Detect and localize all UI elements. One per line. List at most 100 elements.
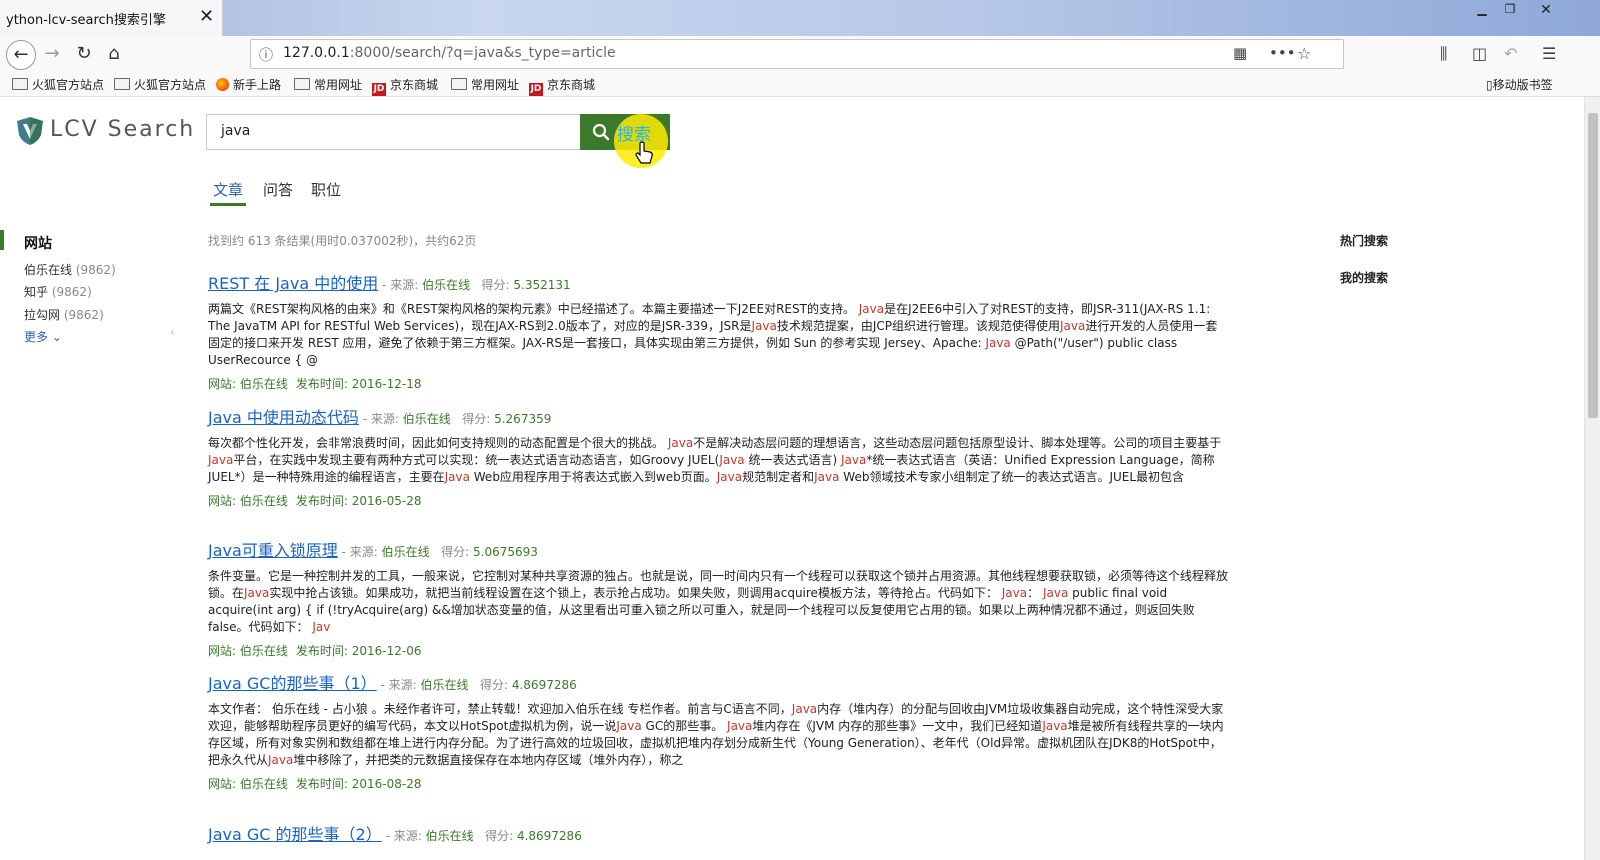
- mobile-bookmarks[interactable]: ▯移动版书签: [1486, 76, 1553, 93]
- folder-icon: [294, 78, 310, 90]
- bookmark-item[interactable]: 常用网址: [294, 76, 362, 93]
- keyword-highlight: Java: [1042, 586, 1069, 600]
- search-icon: [592, 123, 610, 141]
- firefox-icon: [216, 78, 229, 91]
- tab-title: ython-lcv-search搜索引擎: [6, 13, 166, 28]
- result-item: Java可重入锁原理 - 来源: 伯乐在线 得分: 5.0675693 条件变量…: [208, 541, 1229, 658]
- active-tab-indicator: [210, 203, 246, 206]
- window-close-icon[interactable]: ✕: [1534, 2, 1558, 18]
- folder-icon: [451, 78, 467, 90]
- snippet-text: GC的那些事。: [641, 719, 728, 733]
- sidebar-title: 网站: [24, 236, 52, 252]
- browser-tab-strip: ython-lcv-search搜索引擎 ✕ ▁ ❐ ✕: [0, 0, 1600, 36]
- bookmark-item[interactable]: 火狐官方站点: [12, 76, 104, 93]
- bookmark-item[interactable]: 常用网址: [451, 76, 519, 93]
- snippet-text: 堆中移除了，并把类的元数据直接保存在本地内存区域（堆外内存），称之: [293, 753, 684, 767]
- snippet-text: 两篇文《REST架构风格的由来》和《REST架构风格的架构元素》中已经描述了。本…: [208, 302, 859, 316]
- undo-icon[interactable]: ↶: [1504, 44, 1517, 63]
- result-title-link[interactable]: Java GC的那些事（1）: [208, 674, 377, 693]
- result-snippet: 本文作者： 伯乐在线 - 占小狼 。未经作者许可，禁止转载！欢迎加入伯乐在线 专…: [208, 701, 1228, 769]
- scrollbar-thumb[interactable]: [1588, 113, 1598, 418]
- snippet-text: 平台，在实践中发现主要有两种方式可以实现：统一表达式语言动态语言，如Groovy…: [233, 453, 720, 467]
- result-item: Java GC 的那些事（2） - 来源: 伯乐在线 得分: 4.8697286: [208, 825, 582, 844]
- sidebar-item-lagou[interactable]: 拉勾网 (9862): [24, 306, 104, 323]
- search-input[interactable]: java: [206, 114, 581, 150]
- bookmark-star-icon[interactable]: ☆: [1297, 44, 1311, 63]
- keyword-highlight: Java: [616, 719, 642, 733]
- keyword-highlight: Java: [858, 302, 885, 316]
- result-item: Java GC的那些事（1） - 来源: 伯乐在线 得分: 4.8697286 …: [208, 670, 1228, 792]
- back-arrow-icon[interactable]: ←: [6, 40, 36, 70]
- logo-text: LCV Search: [50, 117, 196, 142]
- bookmark-item[interactable]: JD 京东商城: [372, 76, 438, 96]
- shield-logo-icon: [17, 117, 43, 145]
- page-actions-icon[interactable]: •••: [1269, 44, 1296, 62]
- result-snippet: 每次都个性化开发，会非常浪费时间，因此如何支持规则的动态配置是个很大的挑战。 J…: [208, 435, 1228, 486]
- forward-arrow-icon[interactable]: →: [40, 42, 64, 66]
- sidebar-more-link[interactable]: 更多 ⌄: [24, 328, 62, 345]
- bookmark-item[interactable]: JD 京东商城: [529, 76, 595, 96]
- sidebar-item-zhihu[interactable]: 知乎 (9862): [24, 283, 92, 300]
- snippet-text: 本文作者： 伯乐在线 - 占小狼 。未经作者许可，禁止转载！欢迎加入伯乐在线 专…: [208, 702, 792, 716]
- restore-icon[interactable]: ❐: [1498, 2, 1522, 16]
- browser-tab[interactable]: ython-lcv-search搜索引擎 ✕: [0, 0, 223, 36]
- jd-icon: JD: [372, 83, 386, 96]
- bookmarks-bar: 火狐官方站点 火狐官方站点 新手上路 常用网址 JD 京东商城 常用网址 JD 京东…: [0, 72, 1600, 97]
- keyword-highlight: Java: [667, 436, 694, 450]
- reload-icon[interactable]: ↻: [72, 42, 96, 66]
- site-info-icon[interactable]: ⓘ: [259, 45, 273, 65]
- browser-toolbar: ← → ↻ ⌂ ⓘ 127.0.0.1:8000/search/?q=java&…: [0, 36, 1600, 72]
- folder-icon: [12, 78, 28, 90]
- snippet-text: 规范制定者和: [742, 470, 815, 484]
- minimize-icon[interactable]: ▁: [1470, 2, 1494, 16]
- result-title-link[interactable]: Java 中使用动态代码: [208, 408, 359, 427]
- keyword-highlight: Java: [1001, 586, 1028, 600]
- tab-job[interactable]: 职位: [311, 179, 341, 200]
- result-meta: 网站: 伯乐在线 发布时间: 2016-12-06: [208, 644, 422, 658]
- keyword-highlight: Java: [208, 453, 234, 467]
- menu-hamburger-icon[interactable]: ☰: [1542, 44, 1556, 63]
- bookmark-item[interactable]: 新手上路: [216, 76, 281, 93]
- page-content: LCV Search java 搜索 文章 问答 职位 找到约 613 条结果(…: [0, 97, 1584, 860]
- result-title-link[interactable]: Java可重入锁原理: [208, 541, 338, 560]
- qrcode-icon[interactable]: ▦: [1233, 44, 1247, 62]
- my-searches-heading: 我的搜索: [1340, 271, 1389, 285]
- snippet-text: 不是解决动态层问题的理想语言，这些动态层问题包括原型设计、脚本处理等。公司的项目…: [693, 436, 1222, 450]
- hand-cursor-icon: [635, 141, 653, 164]
- snippet-text: ：: [1027, 586, 1043, 600]
- site-logo[interactable]: LCV Search: [14, 115, 193, 151]
- result-snippet: 条件变量。它是一种控制并发的工具，一般来说，它控制对某种共享资源的独占。也就是说…: [208, 568, 1228, 636]
- result-title-link[interactable]: Java GC 的那些事（2）: [208, 825, 382, 844]
- snippet-text: 实现中抢占该锁。如果成功，就把当前线程设置在这个锁上，表示抢占成功。如果失败，则…: [269, 586, 1002, 600]
- snippet-text: Web领域技术专家小组制定了统一的表达式语言。JUEL最初包含: [839, 470, 1185, 484]
- home-icon[interactable]: ⌂: [102, 42, 126, 66]
- result-item: REST 在 Java 中的使用 - 来源: 伯乐在线 得分: 5.352131…: [208, 270, 1228, 392]
- result-meta: 网站: 伯乐在线 发布时间: 2016-12-18: [208, 377, 422, 391]
- library-icon[interactable]: ⫼: [1440, 44, 1447, 64]
- keyword-highlight: Java: [727, 719, 753, 733]
- mobile-phone-icon: ▯: [1486, 78, 1493, 92]
- keyword-highlight: Java: [444, 470, 470, 484]
- tab-question[interactable]: 问答: [263, 179, 293, 200]
- keyword-highlight: Java: [1060, 319, 1086, 333]
- sidebar-toggle-icon[interactable]: ◫: [1472, 44, 1487, 63]
- snippet-text: 堆内存在《JVM 内存的那些事》一文中，我们已经知道: [752, 719, 1043, 733]
- sidebar-collapse-icon[interactable]: ‹: [170, 325, 175, 339]
- sidebar-active-marker: [0, 230, 4, 250]
- snippet-text: 统一表达式语言): [744, 453, 841, 467]
- keyword-highlight: Java: [791, 702, 818, 716]
- page-scrollbar[interactable]: [1584, 97, 1600, 860]
- bookmark-item[interactable]: 火狐官方站点: [114, 76, 206, 93]
- close-tab-icon[interactable]: ✕: [199, 6, 214, 27]
- url-text: 127.0.0.1:8000/search/?q=java&s_type=art…: [283, 45, 616, 61]
- address-bar[interactable]: ⓘ 127.0.0.1:8000/search/?q=java&s_type=a…: [250, 39, 1344, 69]
- result-summary: 找到约 613 条结果(用时0.037002秒)，共约62页: [208, 234, 477, 248]
- snippet-text: Web应用程序用于将表达式嵌入到web页面。: [469, 470, 717, 484]
- result-meta: 网站: 伯乐在线 发布时间: 2016-08-28: [208, 777, 422, 791]
- result-title-link[interactable]: REST 在 Java 中的使用: [208, 274, 378, 293]
- result-meta: 网站: 伯乐在线 发布时间: 2016-05-28: [208, 494, 422, 508]
- sidebar-item-jobbole[interactable]: 伯乐在线 (9862): [24, 261, 116, 278]
- folder-icon: [114, 78, 130, 90]
- keyword-highlight: Jav: [312, 620, 331, 634]
- tab-article[interactable]: 文章: [213, 179, 243, 200]
